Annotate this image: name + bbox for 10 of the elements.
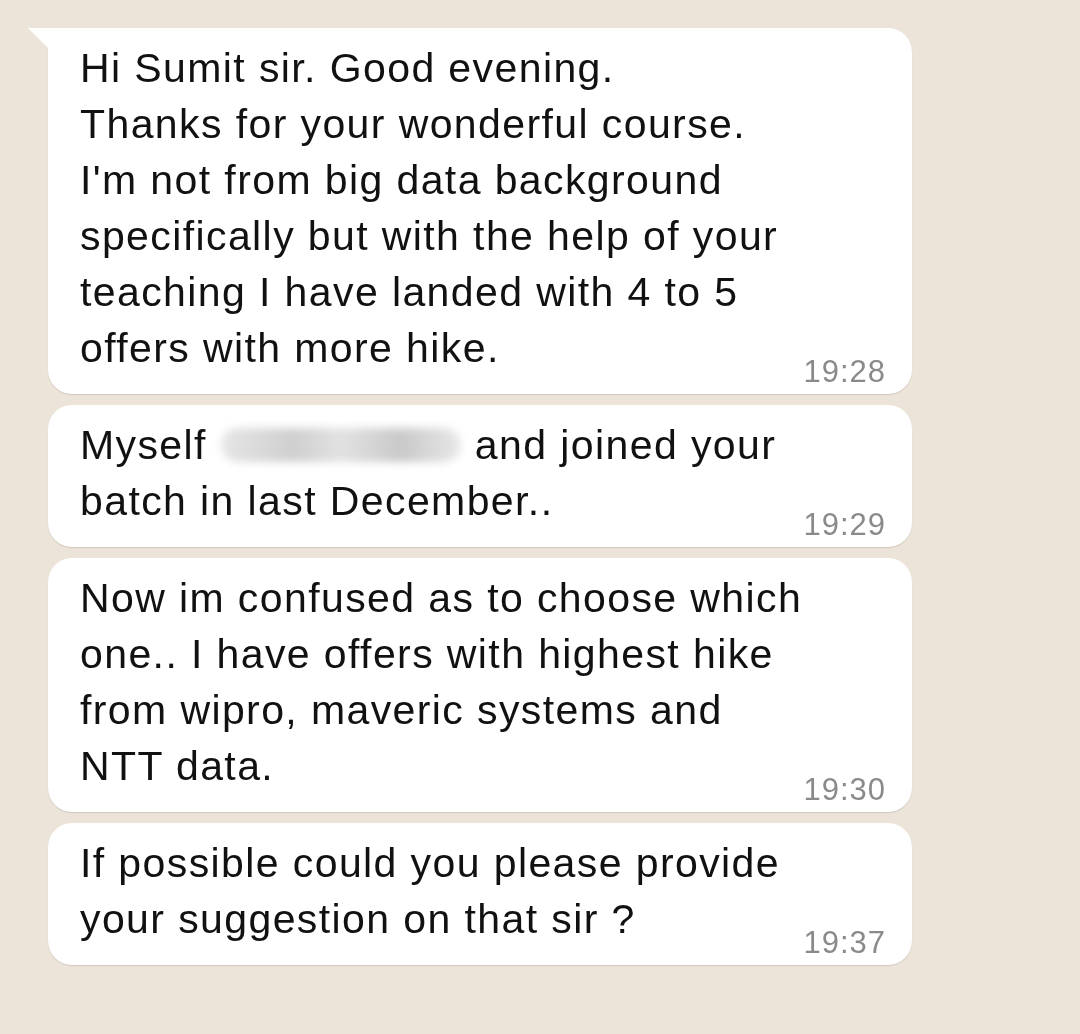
message-text: batch in last December.. — [80, 477, 554, 526]
message-time: 19:37 — [803, 927, 886, 959]
message-text: Now im confused as to choose which one.. I have offers with highest hike from wipro, maveric systems and NTT data. — [80, 574, 803, 791]
message-text: Myself — [80, 421, 207, 470]
message-text: Hi Sumit sir. Good evening. Thanks for your wonderful course. I'm not from big data background specifically but with the help of your teaching I have landed with 4 to 5 offers with more hike. — [80, 44, 779, 373]
message-time: 19:30 — [803, 774, 886, 806]
message-text: and joined your — [474, 421, 777, 470]
message-time: 19:28 — [803, 356, 886, 388]
message-text: If possible could you please provide your suggestion on that sir ? — [80, 839, 780, 944]
message-time: 19:29 — [803, 509, 886, 541]
